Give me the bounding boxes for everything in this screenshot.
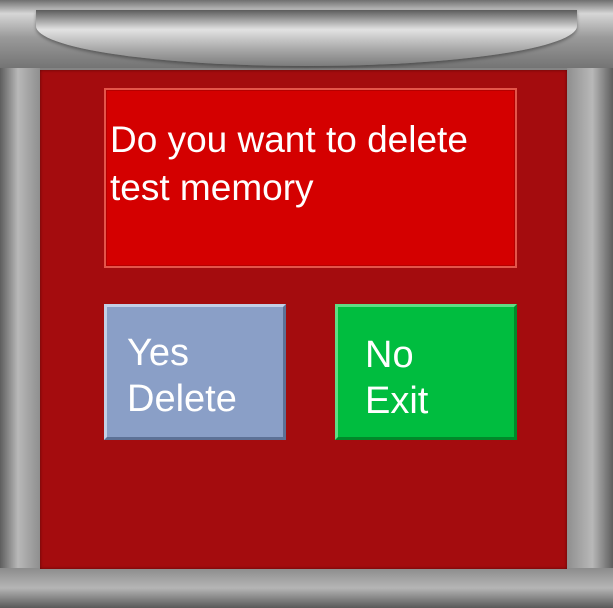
yes-delete-button-label-line2: Delete <box>127 378 237 420</box>
frame-bottom-edge <box>0 568 613 608</box>
no-exit-button-label-line2: Exit <box>365 380 429 422</box>
yes-delete-button-label-line1: Yes <box>127 332 189 374</box>
frame-left-edge <box>0 0 40 608</box>
frame-right-edge <box>567 0 613 608</box>
no-exit-button[interactable]: No Exit <box>335 304 517 440</box>
message-box: Do you want to delete test memory <box>104 88 517 268</box>
no-exit-button-label-line1: No <box>365 334 414 376</box>
delete-confirmation-message: Do you want to delete test memory <box>110 119 468 208</box>
yes-delete-button[interactable]: Yes Delete <box>104 304 286 440</box>
